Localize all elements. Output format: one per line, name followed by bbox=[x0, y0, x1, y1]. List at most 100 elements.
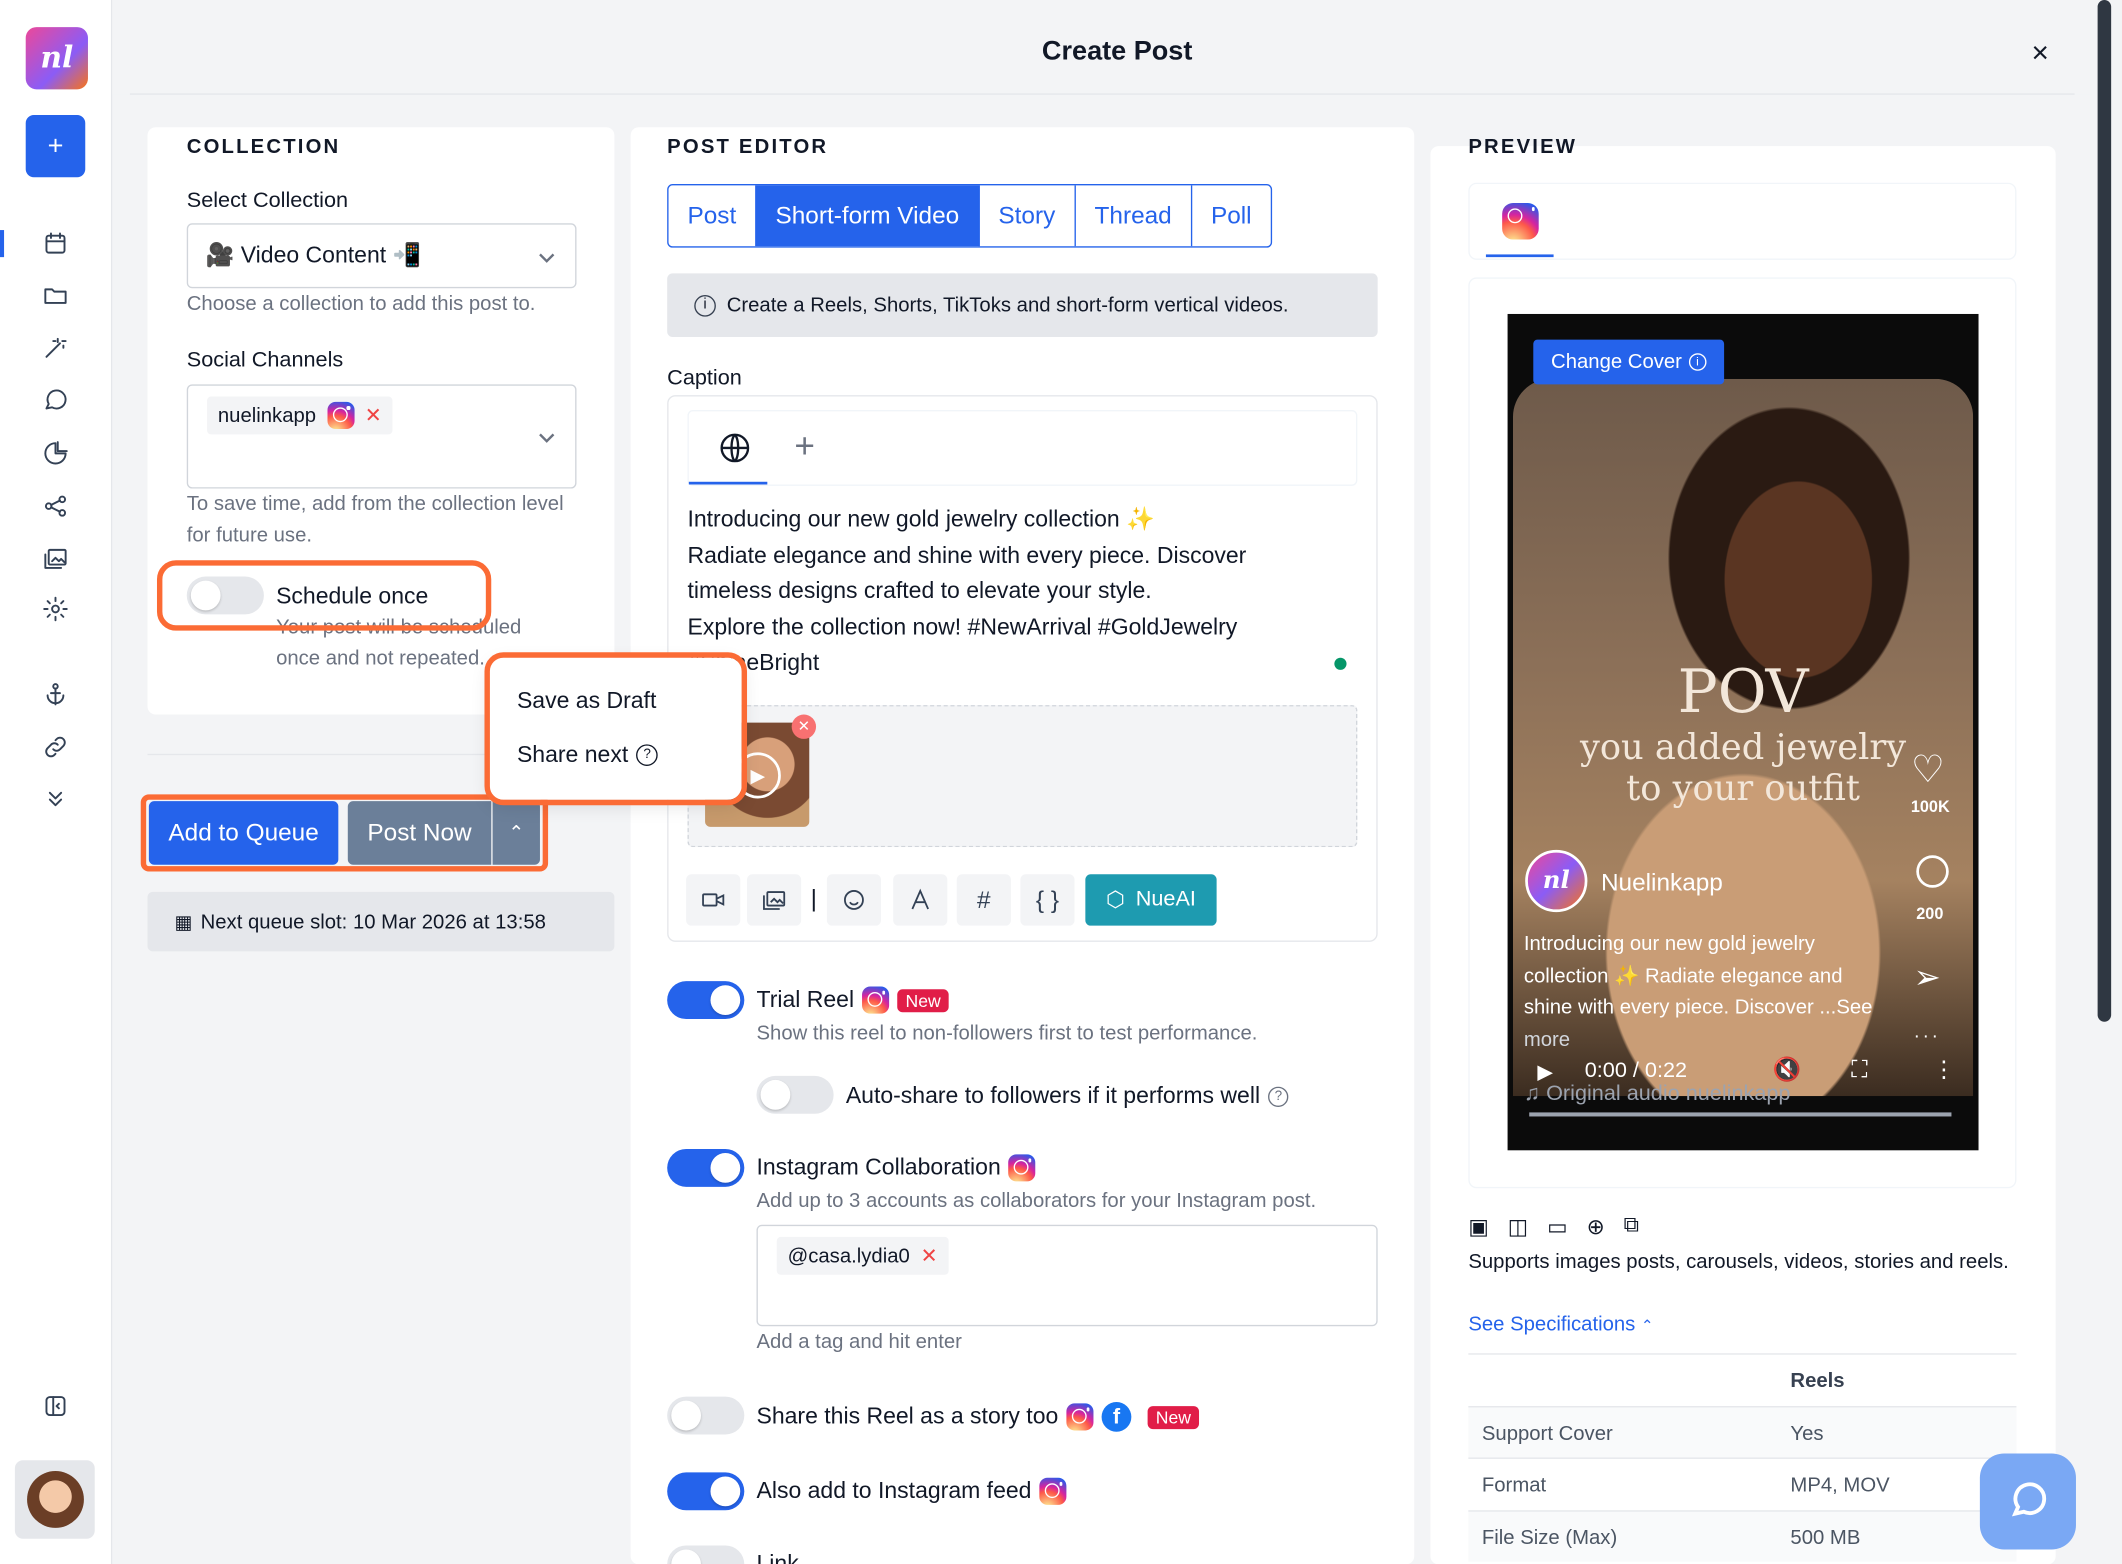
caption-variant-tabs: + bbox=[687, 410, 1358, 486]
remove-channel-icon[interactable]: ✕ bbox=[365, 403, 382, 428]
analytics-pie-icon[interactable] bbox=[39, 437, 71, 469]
social-channels-label: Social Channels bbox=[186, 349, 344, 373]
trial-reel-label: Trial Reel New bbox=[756, 986, 949, 1014]
video-menu-icon[interactable]: ⋮ bbox=[1933, 1057, 1956, 1084]
tab-instagram-preview[interactable] bbox=[1485, 184, 1554, 258]
hashtag-button[interactable]: # bbox=[956, 874, 1011, 926]
menu-save-draft[interactable]: Save as Draft bbox=[517, 687, 656, 714]
spec-header-row: Reels bbox=[1468, 1353, 2017, 1404]
image-upload-button[interactable] bbox=[747, 874, 802, 926]
support-chat-button[interactable] bbox=[1979, 1453, 2076, 1550]
comment-icon[interactable] bbox=[1916, 855, 1949, 888]
close-icon[interactable]: × bbox=[2031, 35, 2048, 70]
video-camera-icon bbox=[702, 893, 725, 907]
video-progress-bar[interactable] bbox=[1529, 1112, 1952, 1117]
spec-row: Format MP4, MOV bbox=[1468, 1457, 2017, 1509]
mute-icon[interactable]: 🔇 bbox=[1773, 1057, 1802, 1084]
link-icon[interactable] bbox=[39, 731, 71, 763]
collapse-sidebar-icon[interactable] bbox=[39, 1390, 71, 1422]
pov-line-1: you added jewelry bbox=[1579, 728, 1907, 769]
post-options-toggle[interactable]: ⌃ bbox=[492, 801, 540, 865]
add-to-queue-button[interactable]: Add to Queue bbox=[148, 801, 339, 865]
emoji-icon bbox=[844, 890, 864, 910]
tab-short-form-video[interactable]: Short-form Video bbox=[756, 185, 980, 247]
folder-icon[interactable] bbox=[39, 279, 71, 311]
remove-media-icon[interactable]: ✕ bbox=[791, 714, 817, 739]
trial-reel-toggle[interactable] bbox=[667, 981, 745, 1020]
image-icon bbox=[763, 891, 786, 910]
page-scrollbar[interactable] bbox=[2092, 0, 2122, 1564]
instagram-icon bbox=[1066, 1403, 1094, 1431]
spec-value: MP4, MOV bbox=[1790, 1473, 1890, 1497]
variables-button[interactable]: { } bbox=[1020, 874, 1075, 926]
social-channels-select[interactable]: nuelinkapp ✕ bbox=[186, 384, 577, 489]
send-icon[interactable]: ➢ bbox=[1914, 958, 1941, 997]
schedule-once-toggle[interactable] bbox=[186, 576, 264, 615]
remove-collaborator-icon[interactable]: ✕ bbox=[921, 1244, 938, 1268]
new-badge: New bbox=[897, 988, 949, 1012]
create-button[interactable]: + bbox=[25, 115, 86, 178]
more-options-icon[interactable]: ··· bbox=[1914, 1024, 1941, 1046]
share-story-toggle[interactable] bbox=[667, 1396, 745, 1435]
add-variant-icon[interactable]: + bbox=[794, 425, 815, 467]
tab-story[interactable]: Story bbox=[979, 185, 1076, 247]
collaboration-toggle[interactable] bbox=[667, 1148, 745, 1187]
sidebar: nl + bbox=[0, 0, 113, 1564]
tab-global-caption[interactable] bbox=[688, 411, 768, 485]
chevrons-down-icon[interactable] bbox=[39, 782, 71, 814]
braces-icon: { } bbox=[1035, 885, 1059, 913]
audio-label: ♫ Original audio nuelinkapp bbox=[1524, 1083, 1791, 1107]
tab-post[interactable]: Post bbox=[669, 185, 757, 247]
instagram-icon bbox=[1008, 1154, 1036, 1182]
see-specifications-link[interactable]: See Specifications ⌃ bbox=[1468, 1313, 1653, 1336]
fullscreen-icon[interactable]: ⛶ bbox=[1851, 1057, 1867, 1084]
help-icon[interactable]: ? bbox=[1268, 1086, 1289, 1107]
account-name: Nuelinkapp bbox=[1600, 868, 1723, 896]
collaborator-input[interactable]: @casa.lydia0 ✕ bbox=[756, 1224, 1378, 1327]
text-format-button[interactable] bbox=[893, 874, 948, 926]
heart-icon[interactable]: ♡ bbox=[1911, 747, 1945, 792]
menu-share-next[interactable]: Share next ? bbox=[517, 742, 659, 769]
image-icon: ▣ bbox=[1468, 1216, 1489, 1240]
caption-input[interactable]: Introducing our new gold jewelry collect… bbox=[687, 502, 1323, 681]
reel-icon: ⧉ bbox=[1623, 1213, 1640, 1237]
spec-row: Support Cover Yes bbox=[1468, 1406, 2017, 1458]
font-icon bbox=[911, 888, 929, 910]
chat-icon[interactable] bbox=[39, 384, 71, 416]
user-avatar[interactable] bbox=[14, 1460, 95, 1539]
status-dot bbox=[1334, 657, 1347, 670]
auto-share-text: Auto-share to followers if it performs w… bbox=[845, 1082, 1261, 1109]
collection-hint: Choose a collection to add this post to. bbox=[186, 292, 536, 316]
calendar-icon[interactable] bbox=[39, 227, 71, 259]
add-to-feed-toggle[interactable] bbox=[667, 1472, 745, 1511]
collection-section-title: COLLECTION bbox=[186, 135, 341, 159]
post-now-button[interactable]: Post Now bbox=[347, 801, 492, 865]
collaboration-text: Instagram Collaboration bbox=[756, 1154, 1001, 1181]
collection-select[interactable]: 🎥 Video Content 📲 bbox=[186, 223, 577, 289]
comments-count: 200 bbox=[1916, 904, 1944, 923]
change-cover-button[interactable]: Change Cover i bbox=[1533, 339, 1725, 385]
play-button-icon[interactable]: ▶ bbox=[1537, 1060, 1553, 1084]
anchor-icon[interactable] bbox=[39, 678, 71, 710]
next-queue-slot: ▦ Next queue slot: 10 Mar 2026 at 13:58 bbox=[147, 891, 615, 952]
scrollbar-thumb[interactable] bbox=[2097, 0, 2112, 1022]
share-network-icon[interactable] bbox=[39, 490, 71, 522]
app-logo[interactable]: nl bbox=[25, 27, 88, 90]
collaboration-label: Instagram Collaboration bbox=[756, 1154, 1036, 1182]
hashtag-icon: # bbox=[977, 885, 991, 913]
tab-thread[interactable]: Thread bbox=[1076, 185, 1193, 247]
spec-value: Yes bbox=[1790, 1422, 1824, 1446]
pov-title: POV bbox=[1677, 657, 1809, 727]
tab-poll[interactable]: Poll bbox=[1192, 185, 1271, 246]
link-toggle[interactable] bbox=[667, 1545, 745, 1564]
settings-gear-icon[interactable] bbox=[39, 593, 71, 625]
auto-share-toggle[interactable] bbox=[756, 1075, 834, 1114]
collaboration-hint: Add up to 3 accounts as collaborators fo… bbox=[756, 1189, 1317, 1213]
emoji-button[interactable] bbox=[826, 874, 881, 926]
media-gallery-icon[interactable] bbox=[39, 543, 71, 575]
collaborator-chip-label: @casa.lydia0 bbox=[787, 1244, 910, 1268]
magic-wand-icon[interactable] bbox=[39, 332, 71, 364]
spec-header: Reels bbox=[1790, 1369, 1845, 1393]
nueai-button[interactable]: ⬡ NueAI bbox=[1085, 874, 1217, 926]
video-upload-button[interactable] bbox=[686, 874, 741, 926]
